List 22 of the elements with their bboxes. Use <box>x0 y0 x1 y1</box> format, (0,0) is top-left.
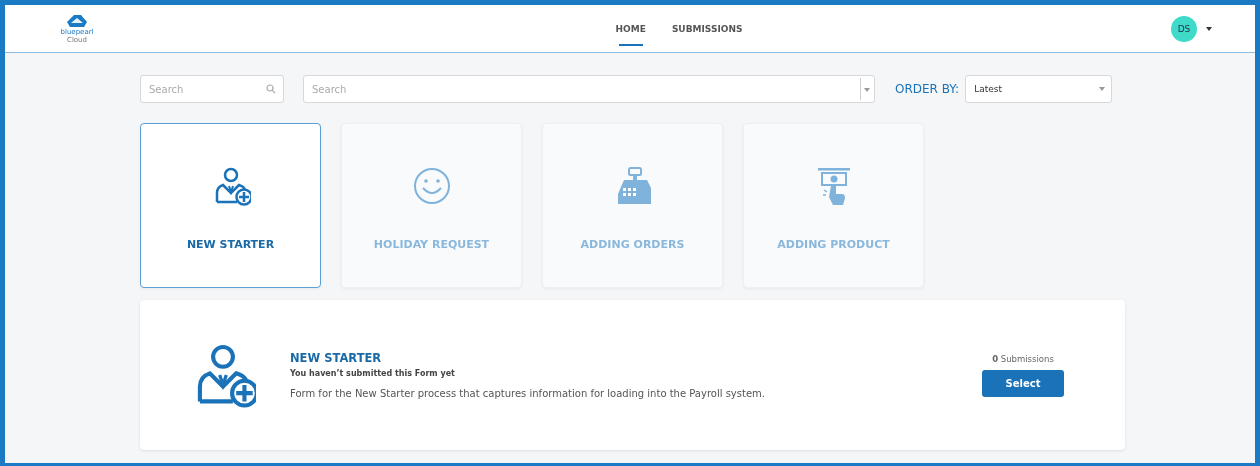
caret-icon <box>1099 87 1106 91</box>
dropdown-caret-icon[interactable] <box>860 78 870 100</box>
submission-count: 0 Submissions <box>992 353 1054 364</box>
caret-icon[interactable] <box>1206 26 1212 31</box>
form-card[interactable]: NEW STARTER <box>140 123 321 288</box>
nav-tab[interactable]: SUBMISSIONS <box>671 5 743 52</box>
search-icon <box>266 84 276 94</box>
form-card-title: ADDING PRODUCT <box>777 238 890 251</box>
form-description: Form for the New Starter process that captures information for loading into the Payroll system. <box>290 388 766 399</box>
form-card-title: ADDING ORDERS <box>580 238 685 251</box>
smiley-icon <box>411 166 452 206</box>
form-card-title: HOLIDAY REQUEST <box>373 238 490 251</box>
user-avatar[interactable]: DS <box>1171 15 1197 42</box>
select-button[interactable]: Select <box>982 369 1064 397</box>
form-card-title: NEW STARTER <box>186 238 275 251</box>
form-title: NEW STARTER <box>290 351 383 365</box>
search-field[interactable]: Search <box>140 75 284 103</box>
category-search-field[interactable]: Search <box>303 75 875 103</box>
order-by-label: ORDER BY: <box>895 82 960 96</box>
logo-icon <box>66 13 88 28</box>
order-select[interactable]: Latest <box>965 75 1113 103</box>
form-status: You haven’t submitted this Form yet <box>290 369 456 378</box>
